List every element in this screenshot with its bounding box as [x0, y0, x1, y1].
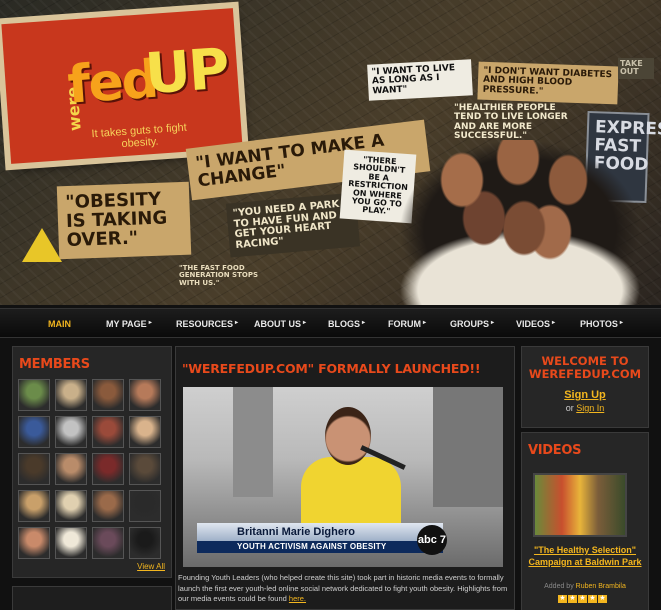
member-avatar[interactable]	[92, 527, 124, 559]
youth-group-photo	[400, 140, 640, 305]
feature-headline: "WEREFEDUP.COM" FORMALLY LAUNCHED!!	[182, 361, 481, 376]
member-avatar[interactable]	[92, 490, 124, 522]
nav-item-main[interactable]: Main	[48, 319, 71, 329]
video-speaker-head	[325, 407, 371, 465]
added-by-label: Added by	[544, 583, 574, 590]
member-avatar[interactable]	[18, 416, 50, 448]
submenu-arrow-icon: ▸	[423, 320, 427, 326]
logo-tagline: It takes guts to fight obesity.	[91, 121, 188, 151]
videos-panel: VIDEOS "The Healthy Selection" Campaign …	[521, 432, 649, 610]
video-wall	[433, 387, 503, 507]
or-text: or	[565, 403, 574, 413]
main-feature: "WEREFEDUP.COM" FORMALLY LAUNCHED!! Brit…	[175, 346, 515, 610]
nav-item-label: Blogs	[328, 319, 361, 329]
member-avatar[interactable]	[129, 527, 161, 559]
abc7-logo: abc 7	[417, 525, 447, 555]
video-thumbnail[interactable]	[533, 473, 627, 537]
members-title: MEMBERS	[19, 357, 90, 372]
nav-item-label: Videos	[516, 319, 551, 329]
welcome-panel: WELCOME TO WEREFEDUP.COM Sign Up or Sign…	[521, 346, 649, 428]
member-avatar[interactable]	[129, 416, 161, 448]
sign-up-link[interactable]: Sign Up	[522, 389, 648, 401]
nav-item-blogs[interactable]: Blogs ▸	[328, 319, 365, 329]
members-panel: MEMBERS View All	[12, 346, 172, 578]
quote-fast-food-gen: "The fast food generation stops with us.…	[179, 264, 258, 287]
member-avatar[interactable]	[18, 379, 50, 411]
submenu-arrow-icon: ▸	[619, 320, 623, 326]
video-added-by: Added by Ruben Brambila	[522, 583, 648, 590]
video-rating: ★ ★ ★ ★ ★	[558, 595, 607, 603]
member-grid	[18, 379, 168, 559]
nav-item-label: Main	[48, 319, 71, 329]
video-title-link[interactable]: "The Healthy Selection" Campaign at Bald…	[522, 545, 648, 568]
member-avatar[interactable]	[18, 490, 50, 522]
member-avatar[interactable]	[92, 416, 124, 448]
main-nav: Main My Page ▸ Resources ▸ About Us ▸ Blogs ▸ For…	[0, 308, 661, 338]
submenu-arrow-icon: ▸	[235, 320, 239, 326]
star-icon: ★	[598, 595, 607, 603]
video-pillar	[233, 387, 273, 497]
member-avatar[interactable]	[129, 453, 161, 485]
nav-item-label: About Us	[254, 319, 301, 329]
header-banner: were fed UP It takes guts to fight obesi…	[0, 0, 661, 305]
member-avatar[interactable]	[55, 416, 87, 448]
submenu-arrow-icon: ▸	[362, 320, 366, 326]
star-icon: ★	[558, 595, 567, 603]
take-out-sign: Take Out	[618, 58, 654, 79]
nav-item-forum[interactable]: Forum ▸	[388, 319, 426, 329]
feature-body: Founding Youth Leaders (who helped creat…	[178, 573, 514, 605]
nav-item-about-us[interactable]: About Us ▸	[254, 319, 306, 329]
video-author-link[interactable]: Ruben Brambila	[576, 583, 626, 590]
member-avatar[interactable]	[18, 527, 50, 559]
member-avatar[interactable]	[92, 453, 124, 485]
nav-item-label: Forum	[388, 319, 421, 329]
quote-diabetes: "I don't want diabetes and high blood pr…	[477, 61, 619, 105]
member-avatar[interactable]	[92, 379, 124, 411]
nav-item-resources[interactable]: Resources ▸	[176, 319, 238, 329]
nav-item-label: Resources	[176, 319, 234, 329]
quote-healthier: "Healthier people tend to live longer an…	[454, 103, 568, 142]
member-avatar[interactable]	[129, 490, 161, 522]
video-lower-third: Britanni Marie Dighero	[197, 523, 443, 541]
member-avatar[interactable]	[55, 453, 87, 485]
nav-item-label: Groups	[450, 319, 490, 329]
nav-item-my-page[interactable]: My Page ▸	[106, 319, 152, 329]
quote-obesity: "Obesity is taking over."	[56, 181, 192, 259]
warning-sign-icon	[22, 228, 62, 262]
nav-item-label: Photos	[580, 319, 618, 329]
member-avatar[interactable]	[55, 379, 87, 411]
member-avatar[interactable]	[55, 527, 87, 559]
nav-item-videos[interactable]: Videos ▸	[516, 319, 555, 329]
quote-live-long: "I want to live as long as I want"	[367, 59, 473, 102]
star-icon: ★	[578, 595, 587, 603]
logo-up: UP	[143, 36, 230, 108]
feature-video[interactable]: Britanni Marie Dighero YOUTH ACTIVISM AG…	[183, 387, 503, 567]
videos-title: VIDEOS	[528, 443, 582, 458]
secondary-panel	[12, 586, 172, 610]
member-avatar[interactable]	[18, 453, 50, 485]
member-avatar[interactable]	[129, 379, 161, 411]
feature-body-text: Founding Youth Leaders (who helped creat…	[178, 573, 508, 603]
submenu-arrow-icon: ▸	[491, 320, 495, 326]
nav-item-photos[interactable]: Photos ▸	[580, 319, 623, 329]
video-lower-third-sub: YOUTH ACTIVISM AGAINST OBESITY	[197, 541, 443, 553]
nav-item-label: My Page	[106, 319, 147, 329]
star-icon: ★	[588, 595, 597, 603]
site-logo[interactable]: were fed UP It takes guts to fight obesi…	[1, 8, 243, 164]
sign-in-link[interactable]: Sign In	[576, 403, 604, 413]
nav-item-groups[interactable]: Groups ▸	[450, 319, 494, 329]
view-all-members-link[interactable]: View All	[137, 562, 165, 571]
submenu-arrow-icon: ▸	[552, 320, 556, 326]
star-icon: ★	[568, 595, 577, 603]
member-avatar[interactable]	[55, 490, 87, 522]
sign-in-row: or Sign In	[522, 403, 648, 413]
submenu-arrow-icon: ▸	[303, 320, 307, 326]
welcome-title: WELCOME TO WEREFEDUP.COM	[528, 354, 642, 381]
feature-here-link[interactable]: here.	[289, 594, 306, 603]
submenu-arrow-icon: ▸	[148, 320, 152, 326]
